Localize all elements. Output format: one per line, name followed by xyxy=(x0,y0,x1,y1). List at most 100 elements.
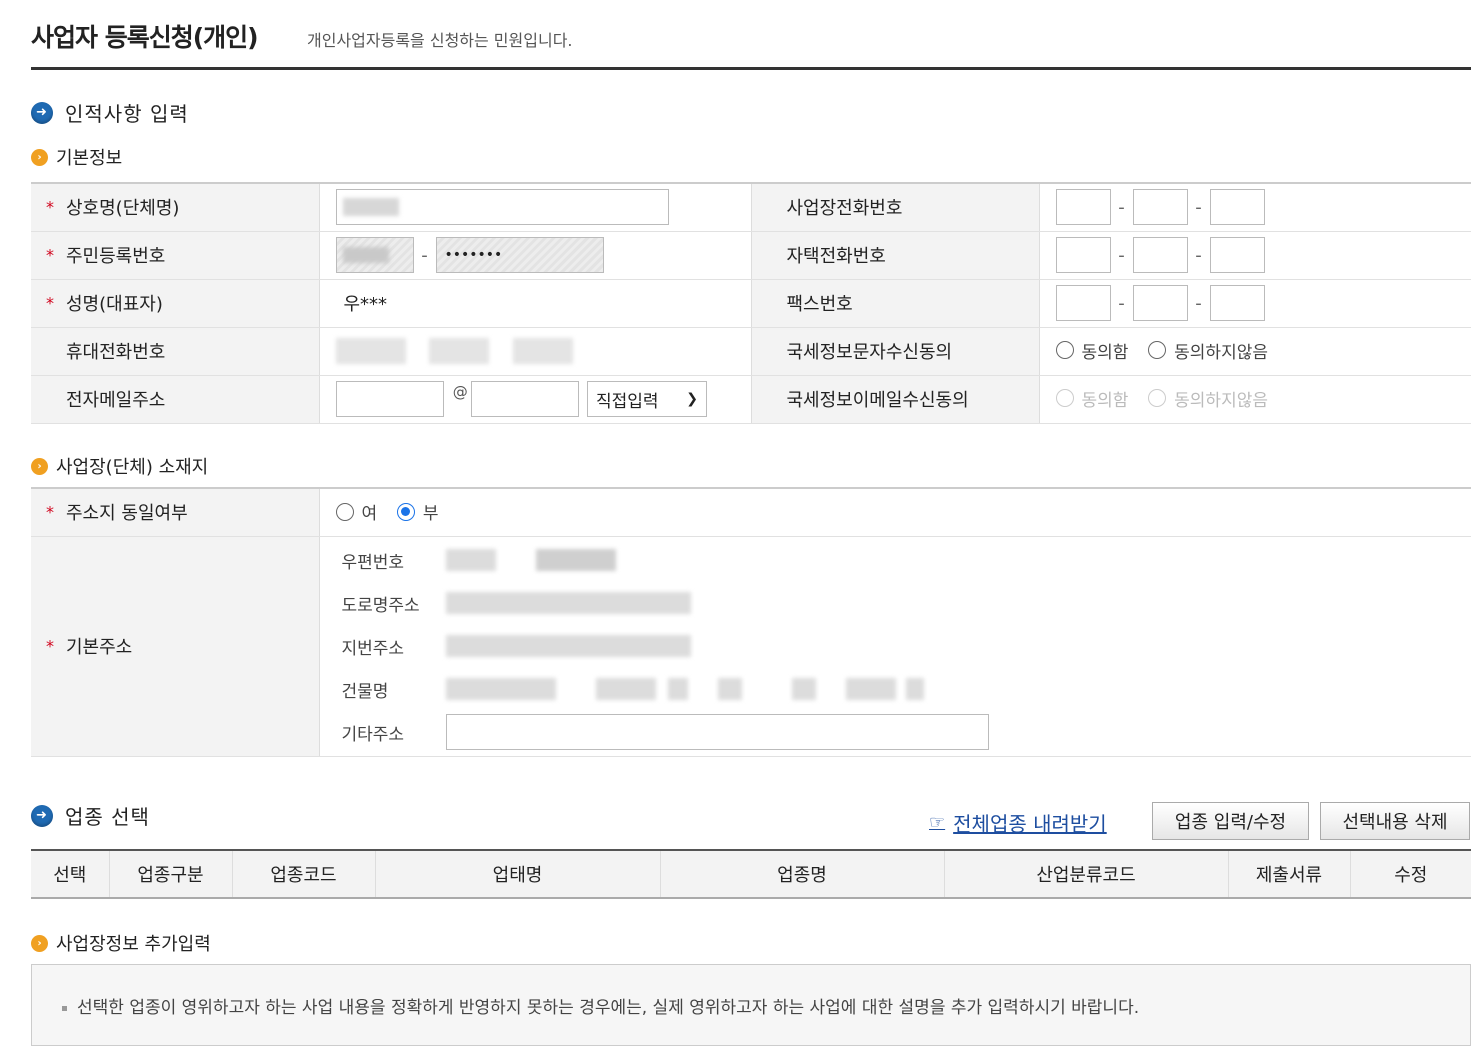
chevron-down-icon: ❯ xyxy=(686,391,698,407)
company-name-cell xyxy=(319,183,751,232)
home-phone-part3[interactable] xyxy=(1209,237,1265,273)
download-all-industries-link[interactable]: ☞ 전체업종 내려받기 xyxy=(929,808,1107,837)
select-value: 직접입력 xyxy=(595,391,659,412)
col-documents: 제출서류 xyxy=(1228,850,1351,898)
home-phone-part1[interactable] xyxy=(1055,237,1111,273)
email-consent-cell: 동의함 동의하지않음 xyxy=(1039,375,1471,424)
radio-label: 여 xyxy=(361,504,378,524)
email-domain-select[interactable]: 직접입력 ❯ xyxy=(586,381,707,417)
required-mark: * xyxy=(46,293,54,313)
etc-address-input[interactable] xyxy=(445,714,989,750)
rep-name-label: * 성명(대표자) xyxy=(31,279,320,328)
etc-address-label: 기타주소 xyxy=(341,724,405,745)
sms-consent-yes-radio[interactable]: 동의함 xyxy=(1055,338,1128,363)
lot-address-row: 지번주소 xyxy=(336,625,1472,668)
home-phone-cell: -- xyxy=(1039,231,1471,280)
location-table: * 주소지 동일여부 여 부 * 기본주소 우편번호 도로명주소 지번주소 건물명 xyxy=(31,487,1471,757)
dash: - xyxy=(1118,292,1125,314)
edit-industry-button[interactable]: 업종 입력/수정 xyxy=(1152,802,1309,840)
postal-row: 우편번호 xyxy=(336,539,1472,582)
building-label: 건물명 xyxy=(341,681,389,702)
chevron-right-circle-icon: › xyxy=(31,934,48,952)
subsection-extra-title: › 사업장정보 추가입력 xyxy=(31,930,211,956)
masked-building-2 xyxy=(595,678,656,700)
biz-phone-part3[interactable] xyxy=(1209,189,1265,226)
radio-circle xyxy=(1148,341,1167,360)
arrow-right-circle-icon: ➜ xyxy=(31,101,53,124)
col-edit: 수정 xyxy=(1350,850,1471,898)
col-industry-type: 업종구분 xyxy=(109,850,233,898)
same-address-yes-radio[interactable]: 여 xyxy=(335,499,378,524)
road-address-row: 도로명주소 xyxy=(336,582,1472,625)
dash: - xyxy=(1195,292,1202,314)
col-select: 선택 xyxy=(31,850,110,898)
masked-building-4 xyxy=(717,678,742,700)
subsection-basic-label: 기본정보 xyxy=(56,148,123,169)
radio-label: 동의하지않음 xyxy=(1174,342,1268,363)
biz-phone-part1[interactable] xyxy=(1055,189,1111,226)
masked-building-5 xyxy=(791,678,816,700)
company-name-input[interactable] xyxy=(335,189,669,226)
masked-building-6 xyxy=(845,678,896,700)
section-personal-title: ➜ 인적사항 입력 xyxy=(31,98,189,127)
dash: - xyxy=(421,244,428,266)
delete-selection-button[interactable]: 선택내용 삭제 xyxy=(1320,802,1470,840)
postal-label: 우편번호 xyxy=(341,552,405,573)
required-mark: * xyxy=(46,502,54,522)
email-at-sign: @ xyxy=(452,383,468,401)
chevron-right-circle-icon: › xyxy=(31,148,48,166)
masked-building-3 xyxy=(667,678,688,700)
col-industry-code: 업종코드 xyxy=(232,850,376,898)
chevron-right-circle-icon: › xyxy=(31,457,48,475)
email-domain-input[interactable] xyxy=(471,381,580,417)
same-address-no-radio[interactable]: 부 xyxy=(396,499,439,524)
subsection-basic-title: › 기본정보 xyxy=(31,144,122,170)
row-resident: * 주민등록번호 - ••••••• 자택전화번호 -- xyxy=(31,231,1471,280)
email-id-input[interactable] xyxy=(335,381,444,417)
page-description: 개인사업자등록을 신청하는 민원입니다. xyxy=(307,31,573,50)
mobile-cell xyxy=(319,327,751,376)
masked-building-1 xyxy=(445,678,556,700)
base-address-label: * 기본주소 xyxy=(31,536,320,757)
fax-part2[interactable] xyxy=(1132,285,1188,321)
fax-part1[interactable] xyxy=(1055,285,1111,321)
radio-label: 부 xyxy=(422,504,439,524)
email-consent-no-radio: 동의하지않음 xyxy=(1148,386,1268,411)
resident-no-label: * 주민등록번호 xyxy=(31,231,320,280)
same-address-label: * 주소지 동일여부 xyxy=(31,488,320,537)
dash: - xyxy=(1118,196,1125,218)
row-email: 전자메일주소 @ 직접입력 ❯ 국세정보이메일수신동의 동의함 동의하지않음 xyxy=(31,375,1471,424)
row-name: * 성명(대표자) 우*** 팩스번호 -- xyxy=(31,279,1471,328)
masked-value xyxy=(342,247,389,263)
section-industry-label: 업종 선택 xyxy=(65,805,150,829)
resident-no-front-input xyxy=(335,237,414,273)
extra-info-notice: 선택한 업종이 영위하고자 하는 사업 내용을 정확하게 반영하지 못하는 경우… xyxy=(31,964,1471,1046)
subsection-location-title: › 사업장(단체) 소재지 xyxy=(31,453,208,479)
home-phone-part2[interactable] xyxy=(1132,237,1188,273)
download-link-text: 전체업종 내려받기 xyxy=(953,812,1107,836)
resident-no-label-text: 주민등록번호 xyxy=(66,246,166,267)
biz-phone-part2[interactable] xyxy=(1132,189,1188,226)
radio-circle xyxy=(335,502,354,521)
masked-postal-1 xyxy=(445,549,496,571)
masked-value xyxy=(342,198,399,217)
email-cell: @ 직접입력 ❯ xyxy=(319,375,751,424)
sms-consent-no-radio[interactable]: 동의하지않음 xyxy=(1148,338,1268,363)
row-company: * 상호명(단체명) 사업장전화번호 -- xyxy=(31,183,1471,232)
biz-phone-label: 사업장전화번호 xyxy=(750,183,1040,232)
dash: - xyxy=(1195,196,1202,218)
fax-part3[interactable] xyxy=(1209,285,1265,321)
building-row: 건물명 xyxy=(336,668,1472,711)
email-label: 전자메일주소 xyxy=(31,375,320,424)
rep-name-label-text: 성명(대표자) xyxy=(66,294,163,315)
required-mark: * xyxy=(46,636,54,656)
page-header: 사업자 등록신청(개인) 개인사업자등록을 신청하는 민원입니다. xyxy=(31,0,1471,70)
resident-no-cell: - ••••••• xyxy=(319,231,751,280)
radio-circle xyxy=(1148,389,1167,408)
sms-consent-cell: 동의함 동의하지않음 xyxy=(1039,327,1471,376)
subsection-extra-label: 사업장정보 추가입력 xyxy=(56,934,211,955)
dash: - xyxy=(1118,244,1125,266)
square-bullet-icon xyxy=(62,1005,67,1011)
email-consent-yes-radio: 동의함 xyxy=(1055,386,1128,411)
rep-name-value: 우*** xyxy=(319,279,751,328)
